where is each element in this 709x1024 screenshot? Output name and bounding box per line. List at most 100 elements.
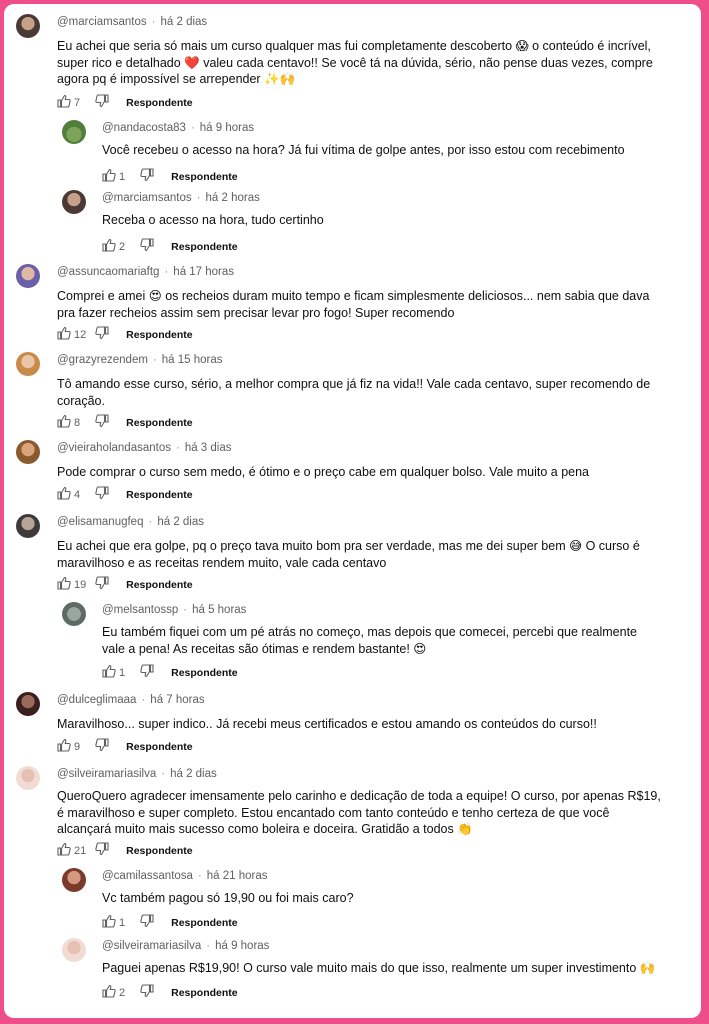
comment-time[interactable]: há 2 dias	[161, 16, 208, 28]
comment-text: Maravilhoso... super indico.. Já recebi …	[57, 716, 597, 733]
like-icon[interactable]	[57, 326, 71, 343]
like-count: 21	[74, 844, 87, 857]
comment-author[interactable]: @assuncaomariaftg	[57, 266, 159, 278]
dislike-icon[interactable]	[95, 842, 109, 859]
comment-text: Receba o acesso na hora, tudo certinho	[102, 212, 324, 229]
comment-actions: 1 Respondente	[102, 914, 238, 930]
avatar[interactable]	[16, 514, 40, 538]
comment-header: @elisamanugfeq · há 2 dias	[57, 516, 205, 528]
reply-button[interactable]: Respondente	[126, 489, 193, 501]
avatar[interactable]	[62, 120, 86, 144]
avatar[interactable]	[16, 692, 40, 716]
like-count: 9	[74, 740, 81, 753]
comment-time[interactable]: há 9 horas	[215, 940, 269, 952]
reply-button[interactable]: Respondente	[126, 417, 193, 429]
reply-button[interactable]: Respondente	[126, 579, 193, 591]
like-icon[interactable]	[57, 414, 71, 431]
comment-author[interactable]: @elisamanugfeq	[57, 516, 143, 528]
dislike-icon[interactable]	[95, 326, 109, 343]
comment-actions: 12 Respondente	[57, 326, 193, 342]
avatar[interactable]	[62, 868, 86, 892]
avatar[interactable]	[62, 938, 86, 962]
comment-line: maravilhoso e as receitas rendem muito, …	[57, 555, 387, 570]
reply-button[interactable]: Respondente	[171, 667, 238, 679]
dislike-icon[interactable]	[95, 414, 109, 431]
comment-author[interactable]: @dulceglimaaa	[57, 694, 136, 706]
reply-button[interactable]: Respondente	[126, 845, 193, 857]
comment: @marciamsantos · há 2 dias Eu achei que se…	[16, 14, 696, 114]
comment-time[interactable]: há 2 dias	[157, 516, 204, 528]
comment-author[interactable]: @camilassantosa	[102, 870, 193, 882]
comment-header: @silveiramariasilva · há 9 horas	[102, 940, 270, 952]
avatar[interactable]	[16, 264, 40, 288]
comment-time[interactable]: há 2 dias	[170, 768, 217, 780]
reply-button[interactable]: Respondente	[126, 97, 193, 109]
comment-author[interactable]: @marciamsantos	[57, 16, 147, 28]
comment-time[interactable]: há 21 horas	[207, 870, 268, 882]
like-icon[interactable]	[102, 168, 116, 185]
avatar[interactable]	[16, 14, 40, 38]
comment-author[interactable]: @silveiramariasilva	[102, 940, 201, 952]
comment-time[interactable]: há 5 horas	[192, 604, 246, 616]
comment-line: Eu achei que seria só mais um curso qual…	[57, 39, 651, 53]
comment-actions: 9 Respondente	[57, 738, 193, 754]
reply-button[interactable]: Respondente	[171, 917, 238, 929]
dislike-icon[interactable]	[140, 984, 154, 1001]
like-icon[interactable]	[102, 984, 116, 1001]
comment-actions: 4 Respondente	[57, 486, 193, 502]
reply-comment: @marciamsantos · há 2 horas Receba o acess…	[62, 190, 692, 254]
comment-time[interactable]: há 7 horas	[150, 694, 204, 706]
reply-button[interactable]: Respondente	[171, 241, 238, 253]
comment-line: Comprei e amei 😍 os recheios duram muito…	[57, 289, 650, 303]
comment-header: @camilassantosa · há 21 horas	[102, 870, 268, 882]
reply-button[interactable]: Respondente	[126, 329, 193, 341]
comment-time[interactable]: há 17 horas	[173, 266, 234, 278]
comment-text: Pode comprar o curso sem medo, é ótimo e…	[57, 464, 589, 481]
comment: @dulceglimaaa · há 7 horas Maravilhoso... …	[16, 692, 696, 756]
comment-author[interactable]: @marciamsantos	[102, 192, 192, 204]
avatar[interactable]	[16, 440, 40, 464]
comment-actions: 7 Respondente	[57, 94, 193, 110]
like-count: 2	[119, 240, 126, 253]
dislike-icon[interactable]	[95, 94, 109, 111]
dislike-icon[interactable]	[95, 576, 109, 593]
avatar[interactable]	[62, 190, 86, 214]
reply-button[interactable]: Respondente	[171, 987, 238, 999]
comment-text: Eu achei que seria só mais um curso qual…	[57, 38, 653, 88]
avatar[interactable]	[16, 352, 40, 376]
comment-actions: 21 Respondente	[57, 842, 193, 858]
comment-author[interactable]: @melsantossp	[102, 604, 178, 616]
reply-comment: @melsantossp · há 5 horas Eu também fiquei…	[62, 602, 692, 682]
comment-time[interactable]: há 9 horas	[200, 122, 254, 134]
comment-author[interactable]: @vieiraholandasantos	[57, 442, 171, 454]
comment-author[interactable]: @silveiramariasilva	[57, 768, 156, 780]
like-icon[interactable]	[102, 664, 116, 681]
like-icon[interactable]	[57, 576, 71, 593]
like-icon[interactable]	[57, 738, 71, 755]
dislike-icon[interactable]	[140, 238, 154, 255]
dislike-icon[interactable]	[140, 914, 154, 931]
comment-text: Paguei apenas R$19,90! O curso vale muit…	[102, 960, 655, 977]
comment-time[interactable]: há 15 horas	[162, 354, 223, 366]
dislike-icon[interactable]	[95, 738, 109, 755]
reply-button[interactable]: Respondente	[126, 741, 193, 753]
comment-author[interactable]: @nandacosta83	[102, 122, 186, 134]
avatar[interactable]	[16, 766, 40, 790]
comment-author[interactable]: @grazyrezendem	[57, 354, 148, 366]
like-icon[interactable]	[57, 486, 71, 503]
like-icon[interactable]	[102, 914, 116, 931]
avatar[interactable]	[62, 602, 86, 626]
comment-time[interactable]: há 3 dias	[185, 442, 232, 454]
comment-header: @marciamsantos · há 2 horas	[102, 192, 260, 204]
like-icon[interactable]	[102, 238, 116, 255]
like-icon[interactable]	[57, 94, 71, 111]
dislike-icon[interactable]	[95, 486, 109, 503]
reply-button[interactable]: Respondente	[171, 171, 238, 183]
comment-header: @dulceglimaaa · há 7 horas	[57, 694, 205, 706]
dislike-icon[interactable]	[140, 168, 154, 185]
comment-line: é maravilhoso e super completo. Estou en…	[57, 805, 610, 820]
like-icon[interactable]	[57, 842, 71, 859]
dislike-icon[interactable]	[140, 664, 154, 681]
comment-time[interactable]: há 2 horas	[206, 192, 260, 204]
reply-comment: @camilassantosa · há 21 horas Vc também pa…	[62, 868, 692, 932]
